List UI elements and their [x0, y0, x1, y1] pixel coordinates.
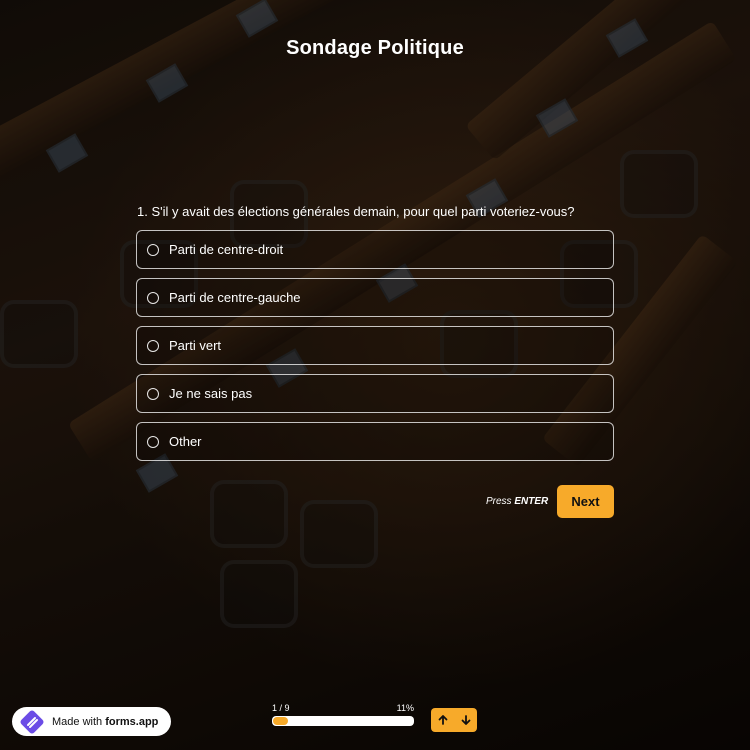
- option-parti-vert[interactable]: Parti vert: [136, 326, 614, 365]
- option-label: Parti de centre-droit: [169, 242, 284, 257]
- form-title: Sondage Politique: [286, 37, 464, 59]
- form-container: Sondage Politique 1. S'il y avait des él…: [0, 0, 750, 750]
- question-text: 1. S'il y avait des élections générales …: [137, 204, 617, 220]
- next-question-button[interactable]: [457, 711, 475, 729]
- radio-icon[interactable]: [147, 339, 159, 352]
- arrow-up-icon: [438, 715, 447, 725]
- press-hint-prefix: Press: [486, 496, 515, 507]
- radio-icon[interactable]: [147, 387, 159, 400]
- radio-icon[interactable]: [147, 291, 159, 304]
- badge-text: Made with forms.app: [52, 716, 158, 728]
- badge-prefix: Made with: [52, 715, 106, 728]
- option-centre-droit[interactable]: Parti de centre-droit: [136, 230, 614, 269]
- option-je-ne-sais-pas[interactable]: Je ne sais pas: [136, 374, 614, 413]
- answer-options: Parti de centre-droit Parti de centre-ga…: [136, 230, 614, 470]
- previous-question-button[interactable]: [434, 711, 452, 729]
- option-label: Parti vert: [169, 338, 222, 353]
- question-label: S'il y avait des élections générales dem…: [151, 204, 575, 219]
- question-navigation: [431, 708, 477, 732]
- press-hint-key: ENTER: [514, 496, 549, 507]
- progress-fill: [273, 717, 289, 725]
- progress-step: 1 / 9: [272, 703, 290, 713]
- radio-icon[interactable]: [147, 243, 159, 256]
- next-button[interactable]: Next: [557, 485, 614, 518]
- option-label: Parti de centre-gauche: [169, 290, 301, 305]
- option-centre-gauche[interactable]: Parti de centre-gauche: [136, 278, 614, 317]
- press-enter-hint: Press ENTER: [486, 496, 548, 507]
- option-other[interactable]: Other: [136, 422, 614, 461]
- question-number: 1.: [137, 204, 148, 219]
- progress-percent: 11%: [396, 703, 414, 713]
- progress-bar: [272, 716, 414, 726]
- arrow-down-icon: [461, 715, 470, 725]
- forms-app-logo-icon: [20, 710, 44, 733]
- badge-brand: forms.app: [105, 715, 159, 728]
- made-with-forms-app-badge[interactable]: Made with forms.app: [12, 707, 171, 736]
- option-label: Other: [169, 434, 202, 449]
- progress-indicator: 1 / 9 11%: [272, 703, 414, 726]
- option-label: Je ne sais pas: [169, 386, 253, 401]
- radio-icon[interactable]: [147, 435, 159, 448]
